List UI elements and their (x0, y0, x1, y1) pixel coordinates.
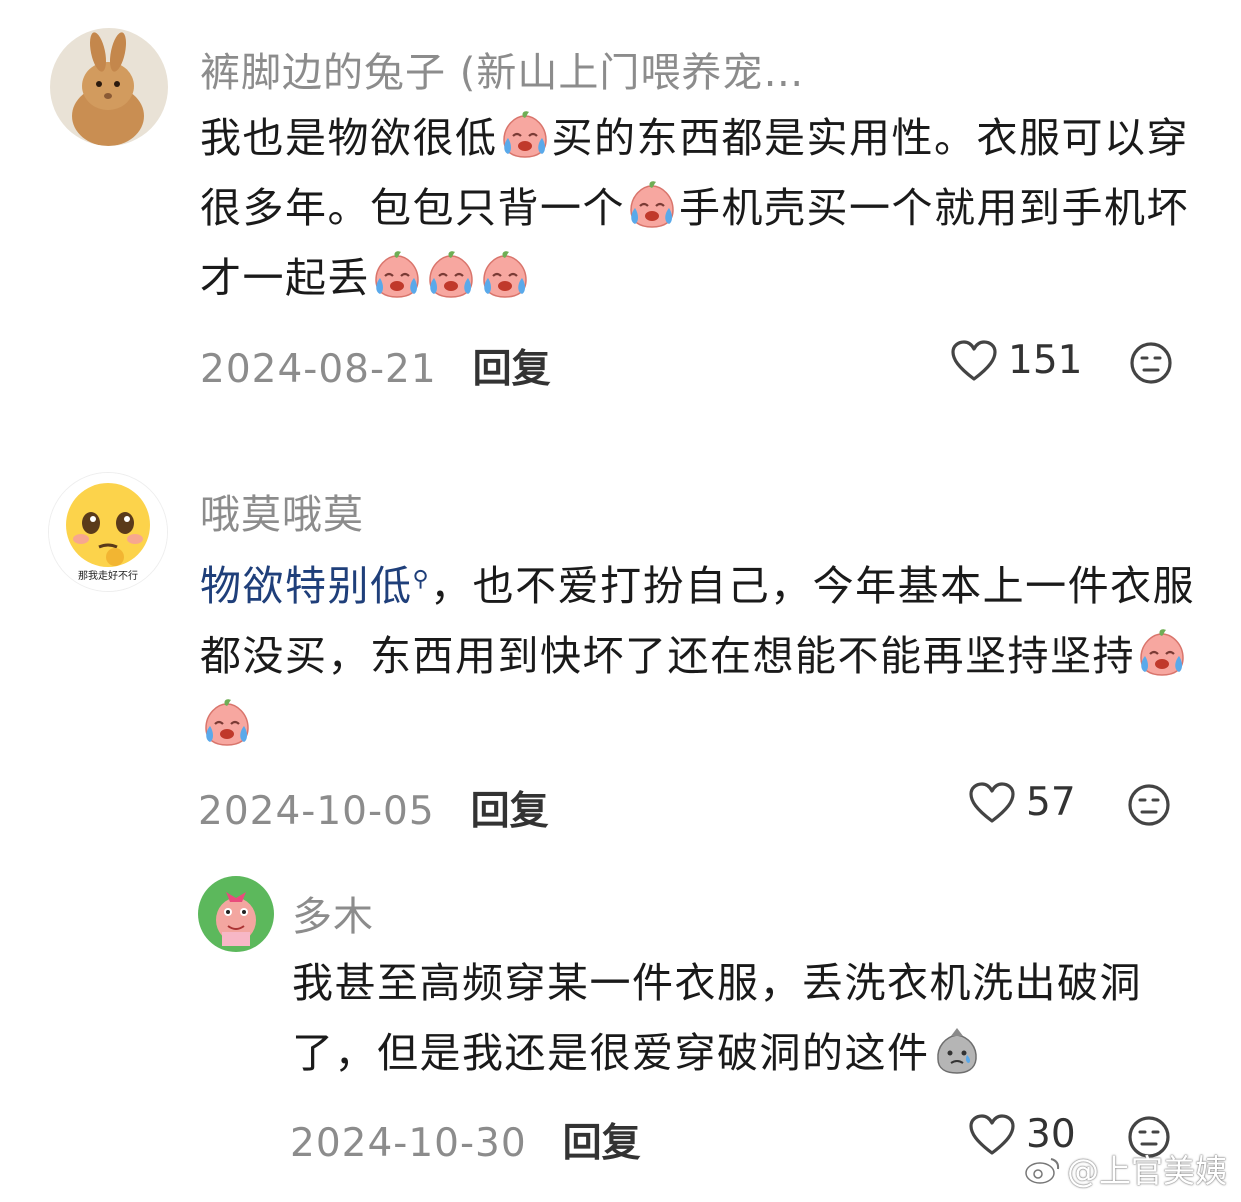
comment-meta: 2024-10-30 回复 (290, 1112, 641, 1168)
comment-item: 多木 我甚至高频穿某一件衣服，丢洗衣机洗出破洞了，但是我还是很爱穿破洞的这件 2… (0, 0, 1241, 1202)
watermark: @上官美姨 (1023, 1146, 1227, 1192)
comment-username[interactable]: 多木 (292, 884, 374, 942)
comment-text-part: 我甚至高频穿某一件衣服，丢洗衣机洗出破洞了，但是我还是很爱穿破洞的这件 (292, 959, 1142, 1077)
watermark-text: @上官美姨 (1066, 1152, 1227, 1190)
weibo-logo-icon (1025, 1158, 1060, 1184)
avatar[interactable] (198, 876, 274, 952)
cartoon-avatar-icon (198, 876, 274, 952)
comment-date: 2024-10-30 (290, 1121, 527, 1166)
comment-text: 我甚至高频穿某一件衣服，丢洗衣机洗出破洞了，但是我还是很爱穿破洞的这件 (292, 948, 1192, 1088)
heart-outline-icon (968, 1113, 1016, 1157)
reply-button[interactable]: 回复 (563, 1121, 641, 1166)
sad-bag-emoji (931, 1025, 983, 1075)
